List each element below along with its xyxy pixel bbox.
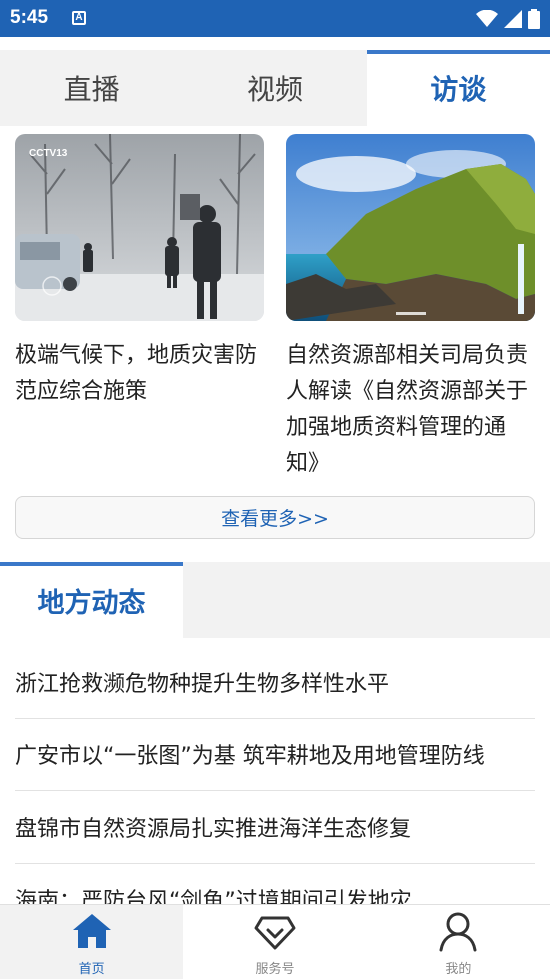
news-list: 浙江抢救濒危物种提升生物多样性水平 广安市以“一张图”为基 筑牢耕地及用地管理防… [15, 646, 535, 936]
notification-icon: A [72, 11, 86, 25]
nav-profile-label: 我的 [445, 962, 472, 977]
nav-profile[interactable]: 我的 [367, 905, 550, 979]
video-card[interactable]: CCTV13 极端气候下，地质灾害防范应综合施策 [15, 134, 264, 410]
video-card[interactable]: 自然资源部相关司局负责人解读《自然资源部关于加强地质资料管理的通知》 [286, 134, 535, 482]
snowy-street-thumbnail[interactable]: CCTV13 [15, 134, 264, 321]
nav-home[interactable]: 首页 [0, 905, 184, 979]
bottom-nav: 首页 服务号 我的 [0, 904, 550, 979]
tab-video[interactable]: 视频 [183, 50, 366, 126]
news-item[interactable]: 广安市以“一张图”为基 筑牢耕地及用地管理防线 [15, 719, 535, 791]
view-more-button[interactable]: 查看更多>> [15, 496, 535, 539]
news-item[interactable]: 浙江抢救濒危物种提升生物多样性水平 [15, 646, 535, 719]
home-icon [72, 914, 111, 948]
cctv-watermark: CCTV13 [29, 148, 68, 159]
status-bar: 5:45 A [0, 0, 550, 37]
status-icons [476, 9, 540, 29]
video-title[interactable]: 极端气候下，地质灾害防范应综合施策 [15, 338, 264, 410]
battery-icon [528, 9, 540, 29]
diamond-heart-icon [254, 916, 296, 950]
person-icon [439, 912, 477, 952]
section-header: 地方动态 [0, 562, 550, 638]
wifi-icon [476, 10, 498, 27]
tab-interview[interactable]: 访谈 [366, 50, 550, 126]
nav-service-label: 服务号 [255, 962, 295, 977]
status-time: 5:45 [10, 7, 49, 28]
section-tab-local-news[interactable]: 地方动态 [0, 562, 183, 638]
nav-home-label: 首页 [78, 962, 105, 977]
video-title[interactable]: 自然资源部相关司局负责人解读《自然资源部关于加强地质资料管理的通知》 [286, 338, 535, 482]
nav-service[interactable]: 服务号 [183, 905, 366, 979]
tab-live[interactable]: 直播 [0, 50, 183, 126]
top-tabs: 直播 视频 访谈 [0, 50, 550, 126]
signal-icon [504, 10, 522, 28]
coastal-cliff-thumbnail[interactable] [286, 134, 535, 321]
news-item[interactable]: 盘锦市自然资源局扎实推进海洋生态修复 [15, 791, 535, 864]
